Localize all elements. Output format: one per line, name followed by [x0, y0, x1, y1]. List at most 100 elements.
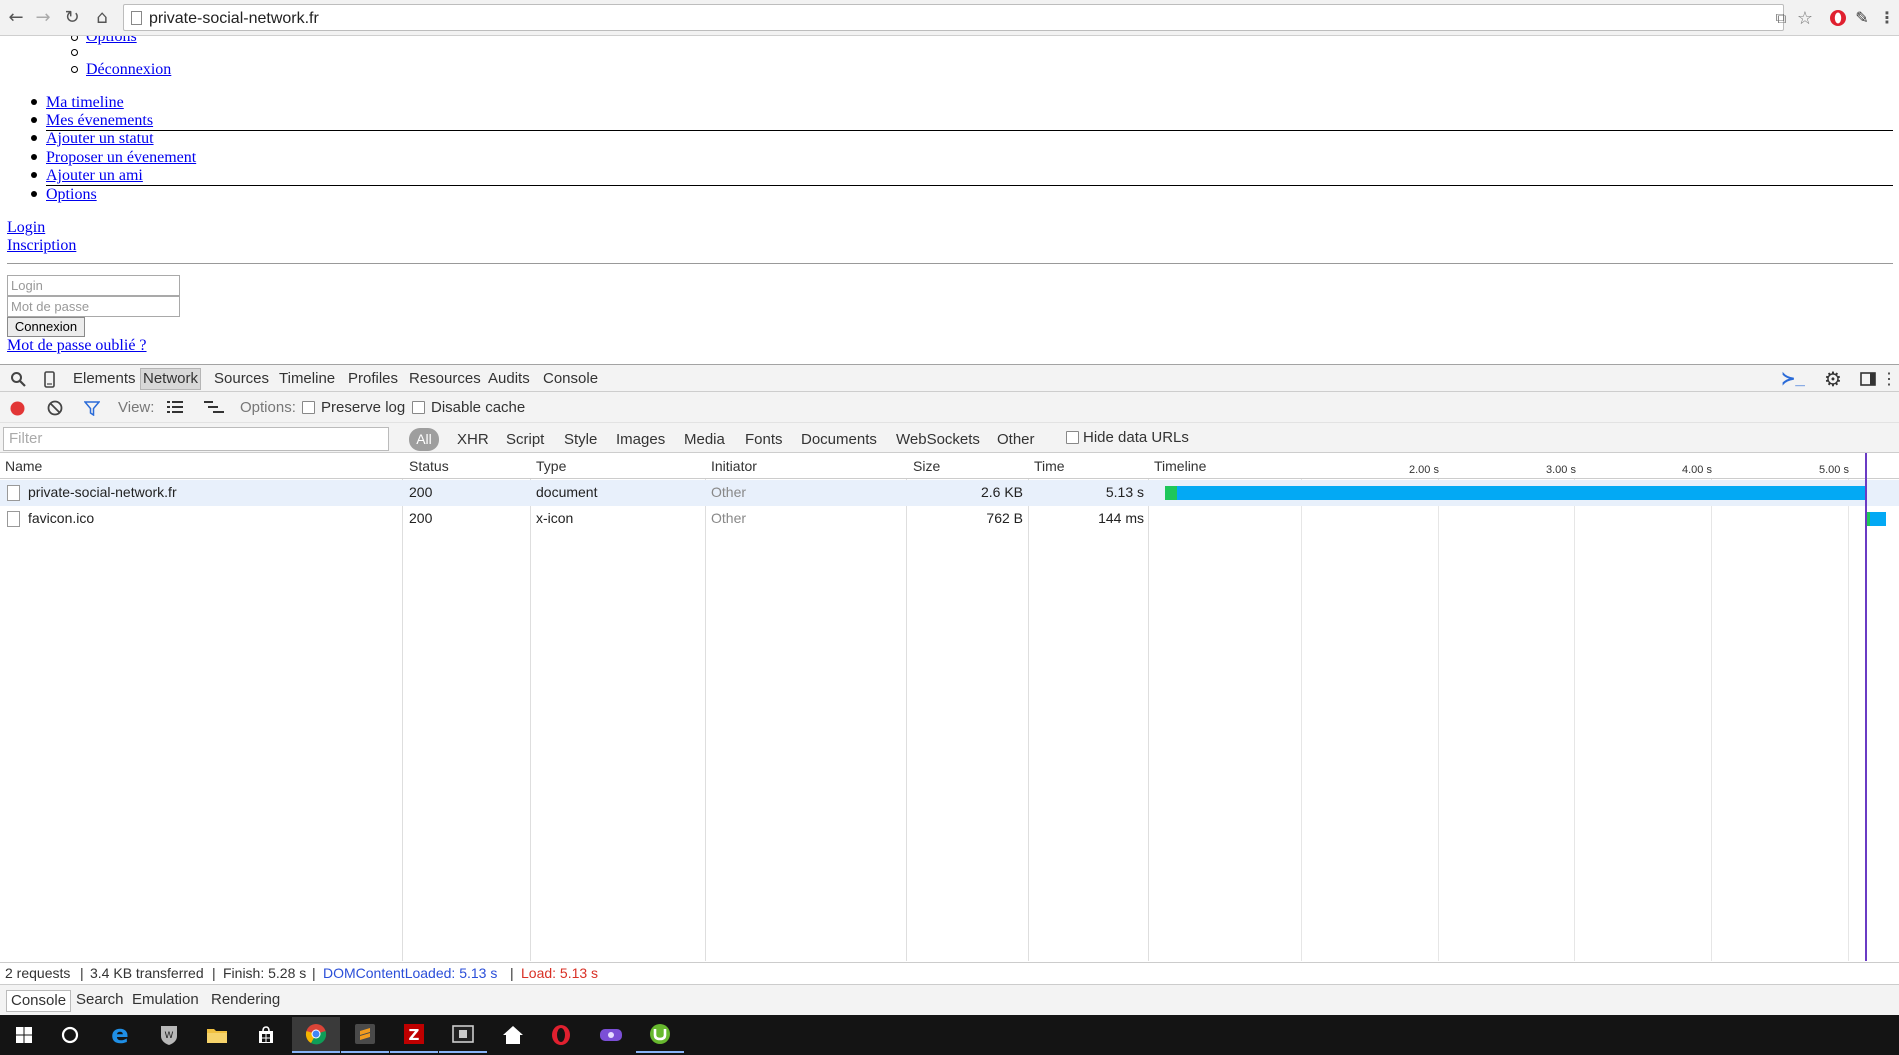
signup-link[interactable]: Inscription [7, 237, 76, 255]
drawer-tab-emulation[interactable]: Emulation [128, 990, 203, 1010]
eyedropper-extension-icon[interactable]: ✎ [1851, 7, 1873, 29]
edge-icon[interactable]: e [96, 1017, 144, 1053]
column-header-status[interactable]: Status [409, 458, 449, 474]
column-header-name[interactable]: Name [5, 458, 42, 474]
password-input[interactable]: Mot de passe [7, 296, 180, 317]
filter-type-websockets[interactable]: WebSockets [896, 431, 980, 449]
forward-button[interactable]: → [31, 5, 55, 29]
table-header: Name Status Type Initiator Size Time Tim… [0, 453, 1899, 479]
summary-transferred: 3.4 KB transferred [90, 965, 204, 981]
tab-elements[interactable]: Elements [71, 370, 138, 388]
menu-options-link[interactable]: Options [46, 186, 97, 204]
drawer-tab-search[interactable]: Search [72, 990, 128, 1010]
filezilla-icon[interactable]: Z [390, 1017, 438, 1053]
console-drawer-icon[interactable]: ≻_ [1781, 369, 1805, 389]
world-of-tanks-icon[interactable]: W [145, 1017, 193, 1053]
tab-console[interactable]: Console [541, 370, 600, 388]
reload-button[interactable]: ↻ [60, 5, 84, 29]
url-text[interactable]: private-social-network.fr [149, 10, 319, 28]
dock-side-icon[interactable] [1858, 370, 1878, 388]
filter-type-xhr[interactable]: XHR [457, 431, 489, 449]
filter-type-all[interactable]: All [409, 428, 439, 451]
devtools-menu-icon[interactable]: ⋮ [1881, 369, 1897, 389]
drawer-tab-rendering[interactable]: Rendering [207, 990, 284, 1010]
request-name[interactable]: private-social-network.fr [28, 484, 177, 501]
address-bar[interactable]: private-social-network.fr ⧉ ☆ [123, 4, 1813, 31]
column-header-type[interactable]: Type [536, 458, 566, 474]
forgot-password-link[interactable]: Mot de passe oublié ? [7, 337, 147, 355]
tab-profiles[interactable]: Profiles [346, 370, 400, 388]
utorrent-icon[interactable] [636, 1017, 684, 1053]
column-header-time[interactable]: Time [1034, 458, 1065, 474]
filter-input[interactable]: Filter [3, 427, 389, 451]
hide-data-urls-checkbox[interactable] [1066, 431, 1079, 444]
request-type: x-icon [536, 510, 574, 526]
chrome-icon[interactable] [292, 1017, 340, 1053]
hide-data-urls-label: Hide data URLs [1083, 429, 1189, 446]
menu-timeline-link[interactable]: Ma timeline [46, 94, 124, 112]
network-summary-bar: 2 requests | 3.4 KB transferred | Finish… [0, 962, 1899, 984]
table-row[interactable]: favicon.ico 200 x-icon Other 762 B 144 m… [0, 506, 1899, 532]
sublime-text-icon[interactable] [341, 1017, 389, 1053]
settings-gear-icon[interactable]: ⚙ [1822, 368, 1844, 391]
request-name[interactable]: favicon.ico [28, 510, 94, 527]
column-header-size[interactable]: Size [913, 458, 940, 474]
filter-type-images[interactable]: Images [616, 431, 665, 449]
menu-add-status-link[interactable]: Ajouter un statut [46, 130, 154, 148]
overview-icon[interactable] [203, 399, 225, 415]
filter-type-media[interactable]: Media [684, 431, 725, 449]
store-icon[interactable] [242, 1017, 290, 1053]
bookmark-star-icon[interactable]: ☆ [1796, 8, 1814, 28]
clear-icon[interactable] [47, 400, 63, 416]
preserve-log-checkbox[interactable] [302, 401, 315, 414]
tab-network[interactable]: Network [140, 368, 202, 390]
disable-cache-checkbox[interactable] [412, 401, 425, 414]
filter-type-documents[interactable]: Documents [801, 431, 877, 449]
filter-type-script[interactable]: Script [506, 431, 544, 449]
svg-text:W: W [165, 1031, 174, 1041]
inspect-element-icon[interactable] [8, 370, 28, 388]
home-button[interactable]: ⌂ [90, 5, 114, 29]
windows-start-icon[interactable] [0, 1017, 48, 1053]
gamepad-app-icon[interactable] [587, 1017, 635, 1053]
windows-taskbar: e W Z [0, 1015, 1899, 1055]
media-player-icon[interactable] [439, 1017, 487, 1053]
logout-link[interactable]: Déconnexion [86, 61, 171, 79]
timeline-receiving-bar [1870, 512, 1886, 526]
back-button[interactable]: ← [4, 5, 28, 29]
tab-sources[interactable]: Sources [212, 370, 271, 388]
device-mode-icon[interactable] [40, 369, 58, 389]
tab-timeline[interactable]: Timeline [277, 370, 337, 388]
file-explorer-icon[interactable] [193, 1017, 241, 1053]
tab-audits[interactable]: Audits [486, 370, 532, 388]
chrome-menu-icon[interactable]: ⋮ [1876, 7, 1898, 29]
svg-text:Z: Z [409, 1026, 420, 1044]
translate-icon[interactable]: ⧉ [1772, 9, 1790, 27]
arrow-left-icon: ← [8, 6, 24, 28]
drawer-tab-console[interactable]: Console [6, 990, 72, 1012]
home-app-icon[interactable] [489, 1017, 537, 1053]
filter-funnel-icon[interactable] [83, 400, 101, 416]
column-header-initiator[interactable]: Initiator [711, 458, 757, 474]
login-link[interactable]: Login [7, 219, 45, 237]
menu-divider [46, 130, 1893, 131]
login-input[interactable]: Login [7, 275, 180, 296]
filter-type-style[interactable]: Style [564, 431, 597, 449]
opera-icon[interactable] [537, 1017, 585, 1053]
menu-add-friend-link[interactable]: Ajouter un ami [46, 167, 143, 185]
filter-type-other[interactable]: Other [997, 431, 1035, 449]
record-icon[interactable] [9, 400, 25, 416]
menu-propose-event-link[interactable]: Proposer un évenement [46, 149, 196, 167]
tab-resources[interactable]: Resources [407, 370, 483, 388]
column-header-timeline[interactable]: Timeline [1154, 458, 1206, 474]
connexion-button[interactable]: Connexion [7, 317, 85, 337]
summary-separator: | [312, 965, 316, 981]
opera-extension-icon[interactable] [1827, 7, 1849, 29]
cortana-icon[interactable] [46, 1017, 94, 1053]
table-row[interactable]: private-social-network.fr 200 document O… [0, 480, 1899, 506]
list-bullet [71, 49, 78, 56]
filter-type-fonts[interactable]: Fonts [745, 431, 783, 449]
submenu-options-link[interactable]: Options [86, 36, 137, 46]
large-rows-icon[interactable] [166, 399, 184, 415]
menu-events-link[interactable]: Mes évenements [46, 112, 153, 130]
